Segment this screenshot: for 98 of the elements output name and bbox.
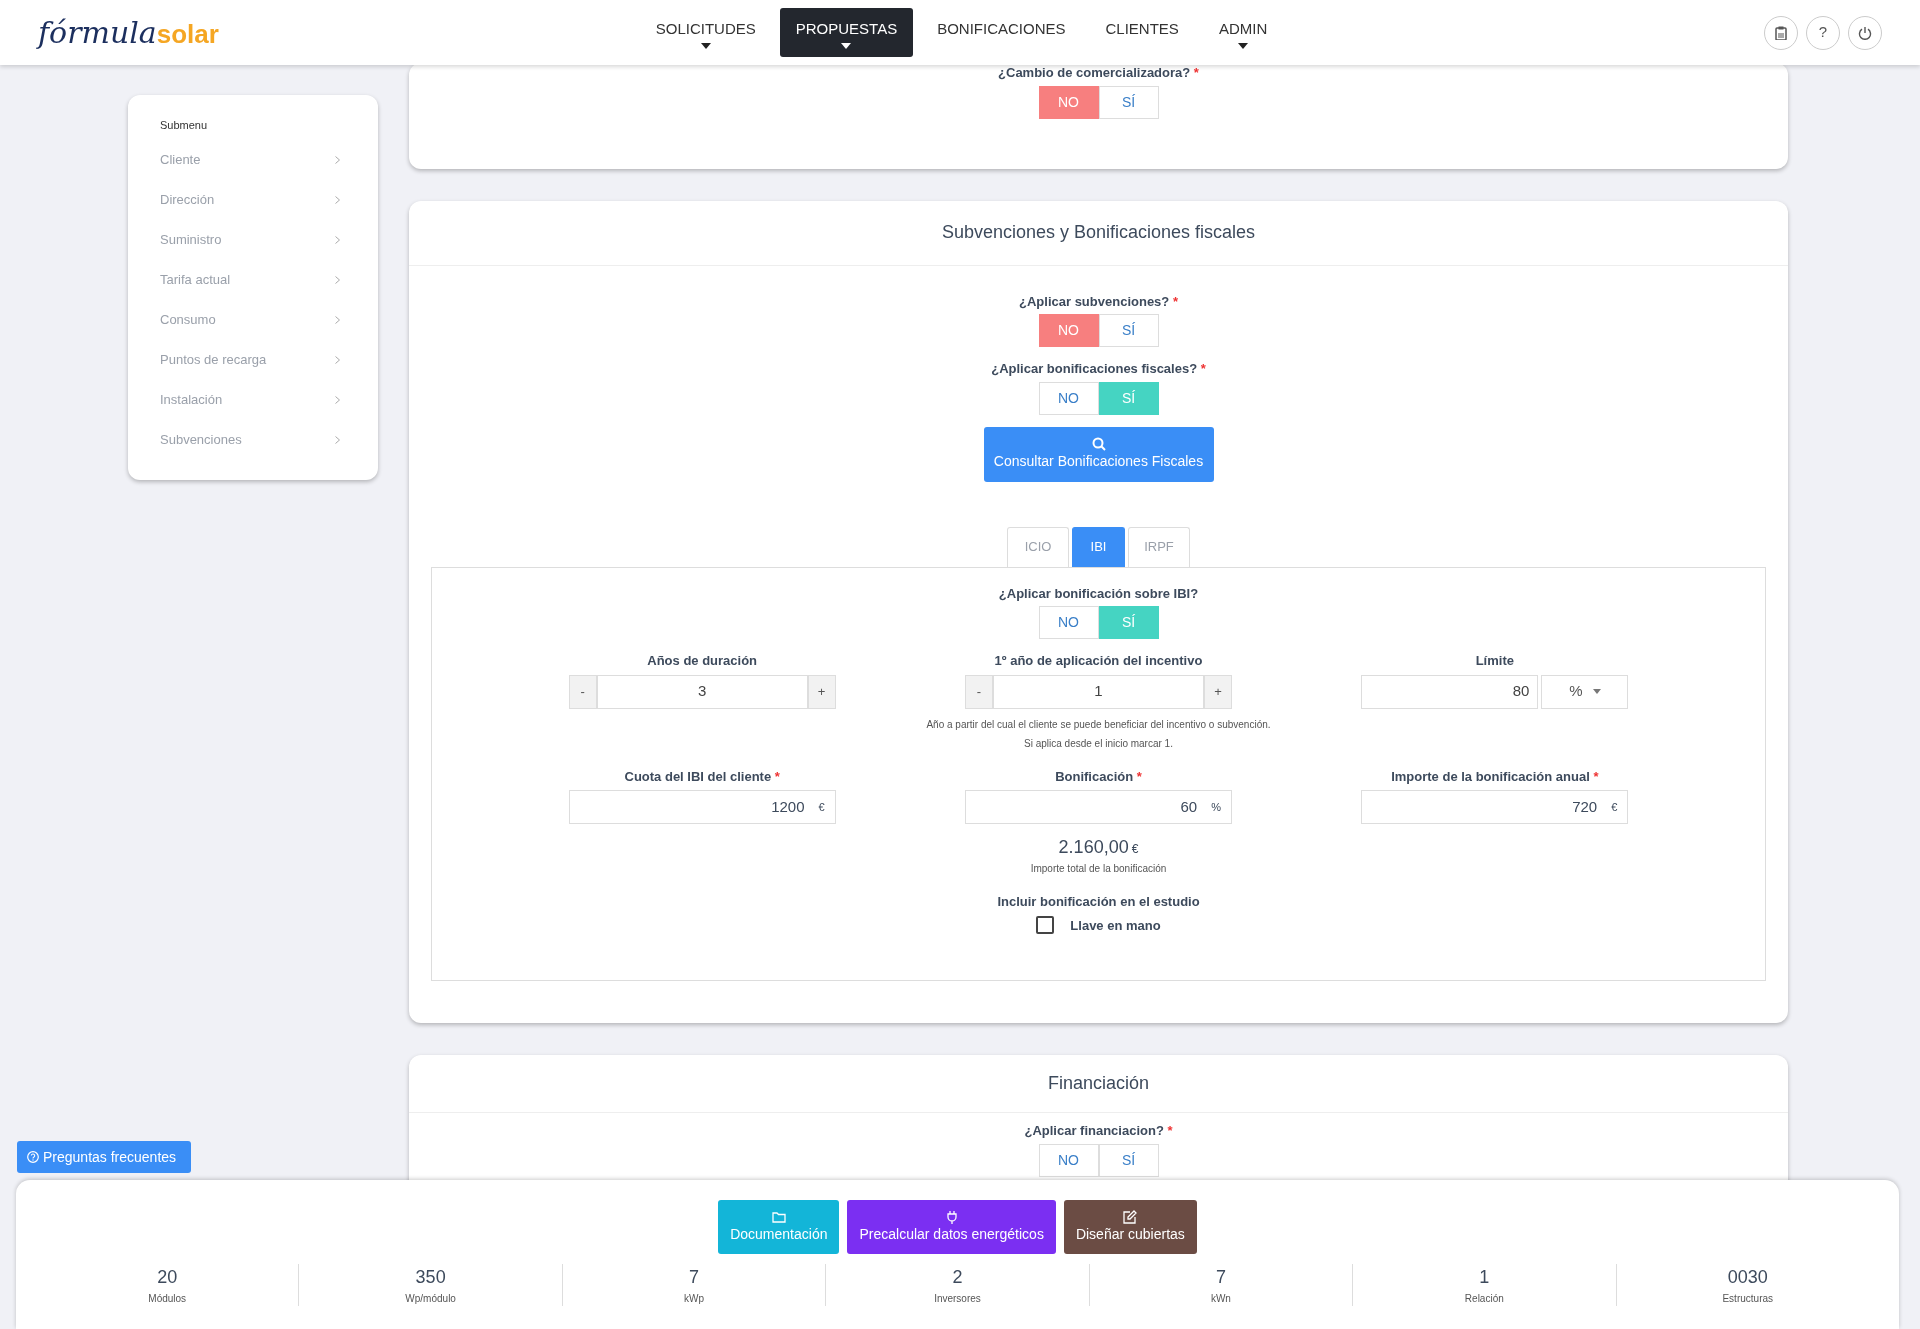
stat-value: 0030: [1726, 1266, 1769, 1289]
logo-text: fórmula: [38, 14, 157, 52]
consult-button[interactable]: Consultar Bonificaciones Fiscales: [983, 426, 1214, 482]
question-label: ¿Cambio de comercializadora? *: [997, 65, 1200, 82]
question-label: ¿Aplicar subvenciones? *: [1018, 292, 1179, 311]
submenu-item[interactable]: Puntos de recarga: [160, 339, 340, 380]
stat-label: Wp/módulo: [404, 1292, 457, 1306]
number-field[interactable]: 1: [993, 674, 1204, 709]
nav-tab[interactable]: CLIENTES: [1089, 8, 1195, 57]
number-field[interactable]: 1200 €: [568, 790, 836, 824]
submenu-item[interactable]: Cliente: [160, 139, 340, 180]
stat-value: 350: [414, 1266, 447, 1289]
submenu-item[interactable]: Consumo: [160, 299, 340, 340]
nav-tab[interactable]: SOLICITUDES: [639, 8, 772, 57]
faq-button[interactable]: Preguntas frecuentes: [17, 1141, 191, 1173]
chevron-icon: [335, 155, 340, 164]
card-title: Financiación: [409, 1055, 1788, 1114]
question-label: ¿Aplicar financiacion? *: [1023, 1122, 1174, 1141]
help-text: Si aplica desde el inicio marcar 1.: [1023, 736, 1174, 751]
toggle-option[interactable]: SÍ: [1098, 85, 1159, 119]
number-field[interactable]: 3: [596, 674, 808, 709]
include-label: Incluir bonificación en el estudio: [996, 893, 1201, 911]
field-label: Límite: [1475, 652, 1514, 670]
chevron-icon: [335, 315, 340, 324]
stat-value: 20: [156, 1266, 179, 1289]
toggle-option[interactable]: SÍ: [1098, 1143, 1159, 1177]
question-label: ¿Aplicar bonificaciones fiscales? *: [990, 360, 1207, 378]
field-label: Bonificación *: [1055, 767, 1142, 786]
field-label: 1º año de aplicación del incentivo: [994, 652, 1203, 670]
chevron-icon: [335, 395, 340, 404]
submenu-title: Submenu: [160, 118, 209, 133]
toggle-option[interactable]: NO: [1038, 85, 1099, 119]
action-button[interactable]: Documentación: [718, 1200, 840, 1254]
action-button[interactable]: Precalcular datos energéticos: [847, 1200, 1056, 1254]
total-amount: 2.160,00 €: [1057, 836, 1140, 859]
chevron-icon: [335, 435, 340, 444]
toggle-option[interactable]: SÍ: [1098, 314, 1159, 347]
logo-text: solar: [156, 18, 219, 51]
submenu-item[interactable]: Subvenciones: [160, 419, 340, 460]
stat-label: Módulos: [147, 1292, 188, 1306]
clipboard-button[interactable]: [1764, 15, 1798, 50]
toggle-option[interactable]: NO: [1038, 606, 1099, 639]
stat-label: Relación: [1463, 1292, 1505, 1306]
chevron-icon: [335, 235, 340, 244]
stat-label: Inversores: [933, 1292, 982, 1306]
toggle-option[interactable]: NO: [1038, 381, 1099, 415]
toggle-option[interactable]: NO: [1038, 1143, 1099, 1177]
minus-button[interactable]: -: [965, 674, 993, 709]
minus-button[interactable]: -: [568, 674, 597, 709]
tab[interactable]: IBI: [1072, 526, 1125, 567]
help-text: Año a partir del cual el cliente se puede beneficiar del incentivo o subvención.: [926, 717, 1271, 732]
submenu-item[interactable]: Instalación: [160, 379, 340, 420]
field-label: Cuota del IBI del cliente *: [624, 767, 780, 786]
stat-value: 7: [1214, 1266, 1227, 1289]
help-button[interactable]: ?: [1806, 15, 1840, 50]
number-field[interactable]: 80: [1361, 674, 1539, 709]
power-button[interactable]: [1848, 15, 1882, 50]
field-label: Importe de la bonificación anual *: [1391, 767, 1599, 786]
unit-select[interactable]: %: [1541, 674, 1629, 709]
caret-icon: [1592, 689, 1601, 694]
number-field[interactable]: 720 €: [1361, 790, 1629, 824]
question-label: ¿Aplicar bonificación sobre IBI?: [997, 584, 1200, 603]
caret-icon: [1238, 42, 1249, 49]
plug-icon: [944, 1209, 959, 1224]
nav-tab[interactable]: BONIFICACIONES: [921, 8, 1082, 57]
nav-tab[interactable]: PROPUESTAS: [779, 8, 914, 57]
checkbox-option[interactable]: Llave en mano: [1036, 915, 1161, 935]
plus-button[interactable]: +: [807, 674, 836, 709]
chevron-icon: [335, 195, 340, 204]
stat-value: 2: [951, 1266, 964, 1289]
number-field[interactable]: 60 %: [965, 790, 1232, 824]
caret-icon: [700, 42, 711, 49]
clipboard-icon: [1775, 25, 1787, 40]
plus-button[interactable]: +: [1204, 674, 1232, 709]
stat-label: kWp: [683, 1292, 706, 1306]
tab[interactable]: ICIO: [1007, 526, 1069, 567]
stat-label: kWn: [1209, 1292, 1232, 1306]
help-circle-icon: [27, 1151, 39, 1163]
submenu-item[interactable]: Tarifa actual: [160, 259, 340, 300]
stat-value: 1: [1478, 1266, 1491, 1289]
power-icon: [1858, 25, 1872, 40]
edit-icon: [1123, 1209, 1138, 1224]
stat-label: Estructuras: [1721, 1292, 1775, 1306]
stat-value: 7: [688, 1266, 701, 1289]
field-label: Años de duración: [647, 652, 758, 670]
folder-icon: [771, 1209, 786, 1224]
toggle-option[interactable]: NO: [1038, 314, 1099, 347]
search-icon: [1091, 436, 1106, 451]
submenu-item[interactable]: Suministro: [160, 219, 340, 260]
card-title: Subvenciones y Bonificaciones fiscales: [409, 200, 1788, 266]
submenu-item[interactable]: Dirección: [160, 179, 340, 220]
chevron-icon: [335, 275, 340, 284]
action-button[interactable]: Diseñar cubiertas: [1063, 1200, 1197, 1254]
tab[interactable]: IRPF: [1128, 526, 1190, 567]
total-caption: Importe total de la bonificación: [1029, 862, 1168, 876]
caret-icon: [841, 42, 852, 49]
chevron-icon: [335, 355, 340, 364]
nav-tab[interactable]: ADMIN: [1202, 8, 1284, 57]
